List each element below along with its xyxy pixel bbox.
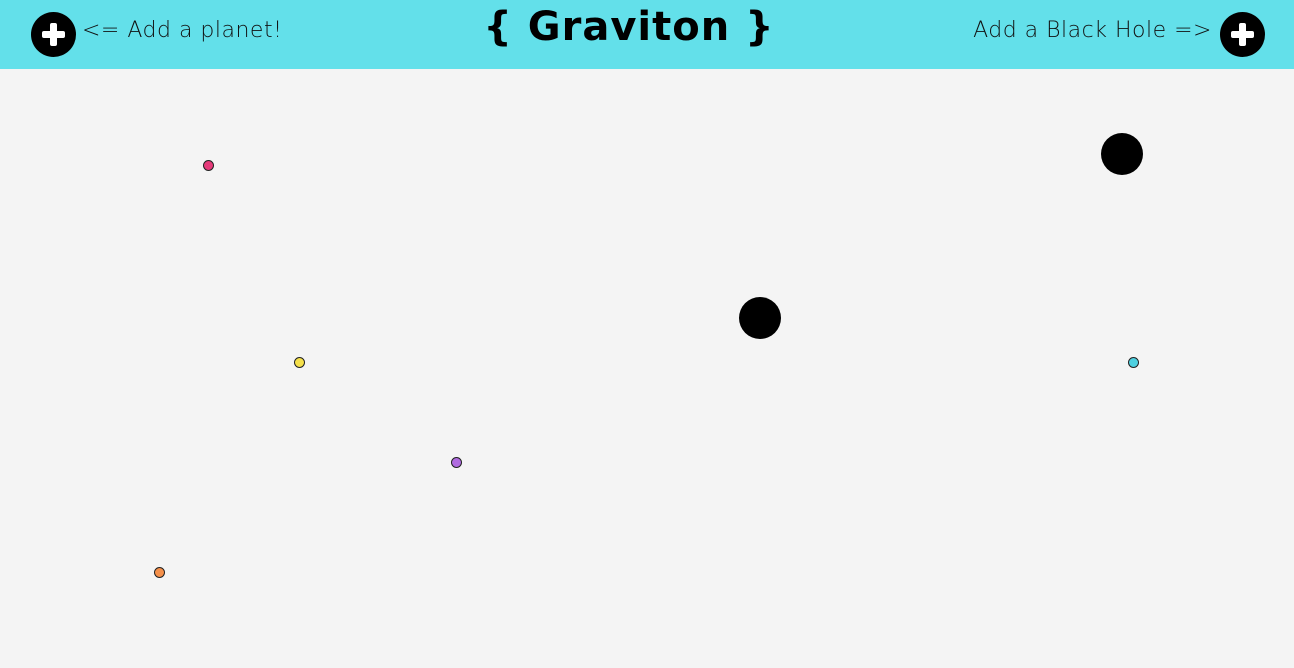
planet[interactable] — [154, 567, 165, 578]
planet[interactable] — [203, 160, 214, 171]
planet[interactable] — [294, 357, 305, 368]
planet[interactable] — [451, 457, 462, 468]
add-black-hole-button[interactable] — [1220, 12, 1265, 57]
header-bar: <= Add a planet! { Graviton } Add a Blac… — [0, 0, 1294, 69]
black-hole[interactable] — [739, 297, 781, 339]
simulation-canvas[interactable] — [0, 69, 1294, 668]
planet[interactable] — [1128, 357, 1139, 368]
black-hole[interactable] — [1101, 133, 1143, 175]
add-black-hole-label: Add a Black Hole => — [973, 18, 1212, 43]
